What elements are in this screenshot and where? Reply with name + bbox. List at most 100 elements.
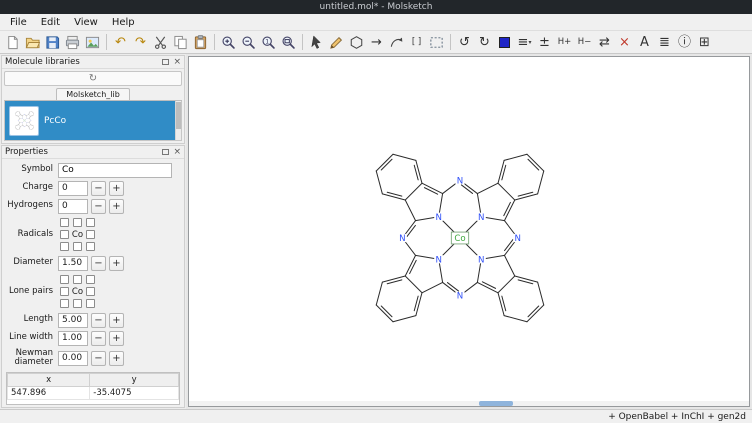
charge-increase-button[interactable]: + <box>109 181 124 196</box>
radical-position-checkbox[interactable] <box>60 230 69 239</box>
length-increase-button[interactable]: + <box>109 313 124 328</box>
hydrogen-add-icon: H+ <box>558 38 572 47</box>
newman-diameter-decrease-button[interactable]: − <box>91 351 106 366</box>
lasso-tool-button[interactable] <box>427 32 446 52</box>
menu-file[interactable]: File <box>3 16 34 29</box>
radical-position-checkbox[interactable] <box>73 242 82 251</box>
hydrogens-decrease-button[interactable]: − <box>91 199 106 214</box>
export-image-button[interactable] <box>83 32 102 52</box>
radical-position-checkbox[interactable] <box>86 218 95 227</box>
radical-position-checkbox[interactable] <box>86 242 95 251</box>
main-area: Molecule libraries × ↻ Molsketch_lib NNN… <box>0 54 752 409</box>
diameter-increase-button[interactable]: + <box>109 256 124 271</box>
charge-decrease-button[interactable]: − <box>91 181 106 196</box>
hydrogen-add-button[interactable]: H+ <box>555 32 574 52</box>
library-refresh-button[interactable]: ↻ <box>4 71 182 86</box>
lone-pair-position-checkbox[interactable] <box>86 287 95 296</box>
title-bar[interactable]: untitled.mol* - Molsketch <box>0 0 752 14</box>
diameter-value[interactable]: 1.50 <box>58 256 88 271</box>
zoom-in-button[interactable] <box>219 32 238 52</box>
copy-button[interactable] <box>171 32 190 52</box>
draw-tool-button[interactable] <box>327 32 346 52</box>
rotate-ccw-button[interactable]: ↺ <box>455 32 474 52</box>
line-width-button[interactable]: ≡▾ <box>515 32 534 52</box>
newman-diameter-value[interactable]: 0.00 <box>58 351 88 366</box>
menu-edit[interactable]: Edit <box>34 16 67 29</box>
canvas-scrollbar-handle[interactable] <box>479 401 513 406</box>
coordinates-header-x[interactable]: x <box>8 373 90 386</box>
properties-panel: Properties × Symbol Charge 0 − <box>1 145 185 408</box>
newman-diameter-increase-button[interactable]: + <box>109 351 124 366</box>
properties-panel-close-icon[interactable]: × <box>173 148 181 157</box>
hydrogen-remove-button[interactable]: H− <box>575 32 594 52</box>
charge-tool-button[interactable]: ± <box>535 32 554 52</box>
lone-pair-position-checkbox[interactable] <box>60 287 69 296</box>
length-decrease-button[interactable]: − <box>91 313 106 328</box>
svg-text:N: N <box>457 176 463 186</box>
line-width-icon: ≡ <box>518 36 529 49</box>
menu-view[interactable]: View <box>67 16 105 29</box>
library-panel-float-icon[interactable] <box>162 59 169 65</box>
radical-position-checkbox[interactable] <box>86 230 95 239</box>
library-item-pcco[interactable]: NNNNNNNNCo PcCo <box>5 101 175 140</box>
color-swatch-button[interactable] <box>495 32 514 52</box>
library-panel-close-icon[interactable]: × <box>173 58 181 67</box>
line-width-increase-button[interactable]: + <box>109 331 124 346</box>
delete-tool-button[interactable]: × <box>615 32 634 52</box>
canvas-area: NNNNNNNNCo <box>186 54 752 409</box>
save-button[interactable] <box>43 32 62 52</box>
zoom-out-button[interactable] <box>239 32 258 52</box>
charge-value[interactable]: 0 <box>58 181 88 196</box>
pcco-molecule-drawing[interactable]: NNNNNNNNCo <box>337 115 583 361</box>
tab-molsketch-lib[interactable]: Molsketch_lib <box>56 88 130 100</box>
coordinate-cell[interactable]: -35.4075 <box>90 386 179 399</box>
lone-pair-position-checkbox[interactable] <box>60 275 69 284</box>
drawing-canvas[interactable]: NNNNNNNNCo <box>188 56 750 407</box>
canvas-horizontal-scrollbar[interactable] <box>189 401 749 406</box>
length-value[interactable]: 5.00 <box>58 313 88 328</box>
mechanism-arrow-tool-button[interactable] <box>387 32 406 52</box>
text-tool-button[interactable]: A <box>635 32 654 52</box>
lone-pair-position-checkbox[interactable] <box>60 299 69 308</box>
lone-pair-position-checkbox[interactable] <box>73 275 82 284</box>
select-tool-button[interactable] <box>307 32 326 52</box>
diameter-decrease-button[interactable]: − <box>91 256 106 271</box>
open-button[interactable] <box>23 32 42 52</box>
coordinates-header-y[interactable]: y <box>90 373 179 386</box>
svg-text:N: N <box>478 213 484 223</box>
paste-button[interactable] <box>191 32 210 52</box>
print-icon <box>65 35 80 50</box>
grid-tool-button[interactable]: ⊞ <box>695 32 714 52</box>
library-scrollbar[interactable] <box>175 101 181 140</box>
hydrogens-increase-button[interactable]: + <box>109 199 124 214</box>
symbol-input[interactable] <box>58 163 172 178</box>
coordinate-cell[interactable]: 547.896 <box>8 386 90 399</box>
reaction-arrow-tool-button[interactable]: → <box>367 32 386 52</box>
info-button[interactable]: ⓘ <box>675 32 694 52</box>
align-tool-button[interactable]: ≣ <box>655 32 674 52</box>
radical-position-checkbox[interactable] <box>60 218 69 227</box>
line-width-decrease-button[interactable]: − <box>91 331 106 346</box>
library-scrollbar-handle[interactable] <box>176 102 181 129</box>
radical-position-checkbox[interactable] <box>60 242 69 251</box>
cut-button[interactable] <box>151 32 170 52</box>
lone-pair-position-checkbox[interactable] <box>73 299 82 308</box>
rotate-cw-button[interactable]: ↻ <box>475 32 494 52</box>
lone-pair-position-checkbox[interactable] <box>86 299 95 308</box>
print-button[interactable] <box>63 32 82 52</box>
ring-tool-button[interactable] <box>347 32 366 52</box>
menu-help[interactable]: Help <box>105 16 142 29</box>
lone-pair-position-checkbox[interactable] <box>86 275 95 284</box>
hydrogens-value[interactable]: 0 <box>58 199 88 214</box>
flip-horizontal-button[interactable]: ⇄ <box>595 32 614 52</box>
new-button[interactable] <box>3 32 22 52</box>
redo-button[interactable]: ↷ <box>131 32 150 52</box>
properties-panel-float-icon[interactable] <box>162 149 169 155</box>
bracket-tool-button[interactable]: [ ] <box>407 32 426 52</box>
undo-button[interactable]: ↶ <box>111 32 130 52</box>
radical-position-checkbox[interactable] <box>73 218 82 227</box>
zoom-original-button[interactable]: 1 <box>259 32 278 52</box>
zoom-fit-button[interactable] <box>279 32 298 52</box>
line-width-label: Line width <box>6 333 58 343</box>
line-width-value[interactable]: 1.00 <box>58 331 88 346</box>
